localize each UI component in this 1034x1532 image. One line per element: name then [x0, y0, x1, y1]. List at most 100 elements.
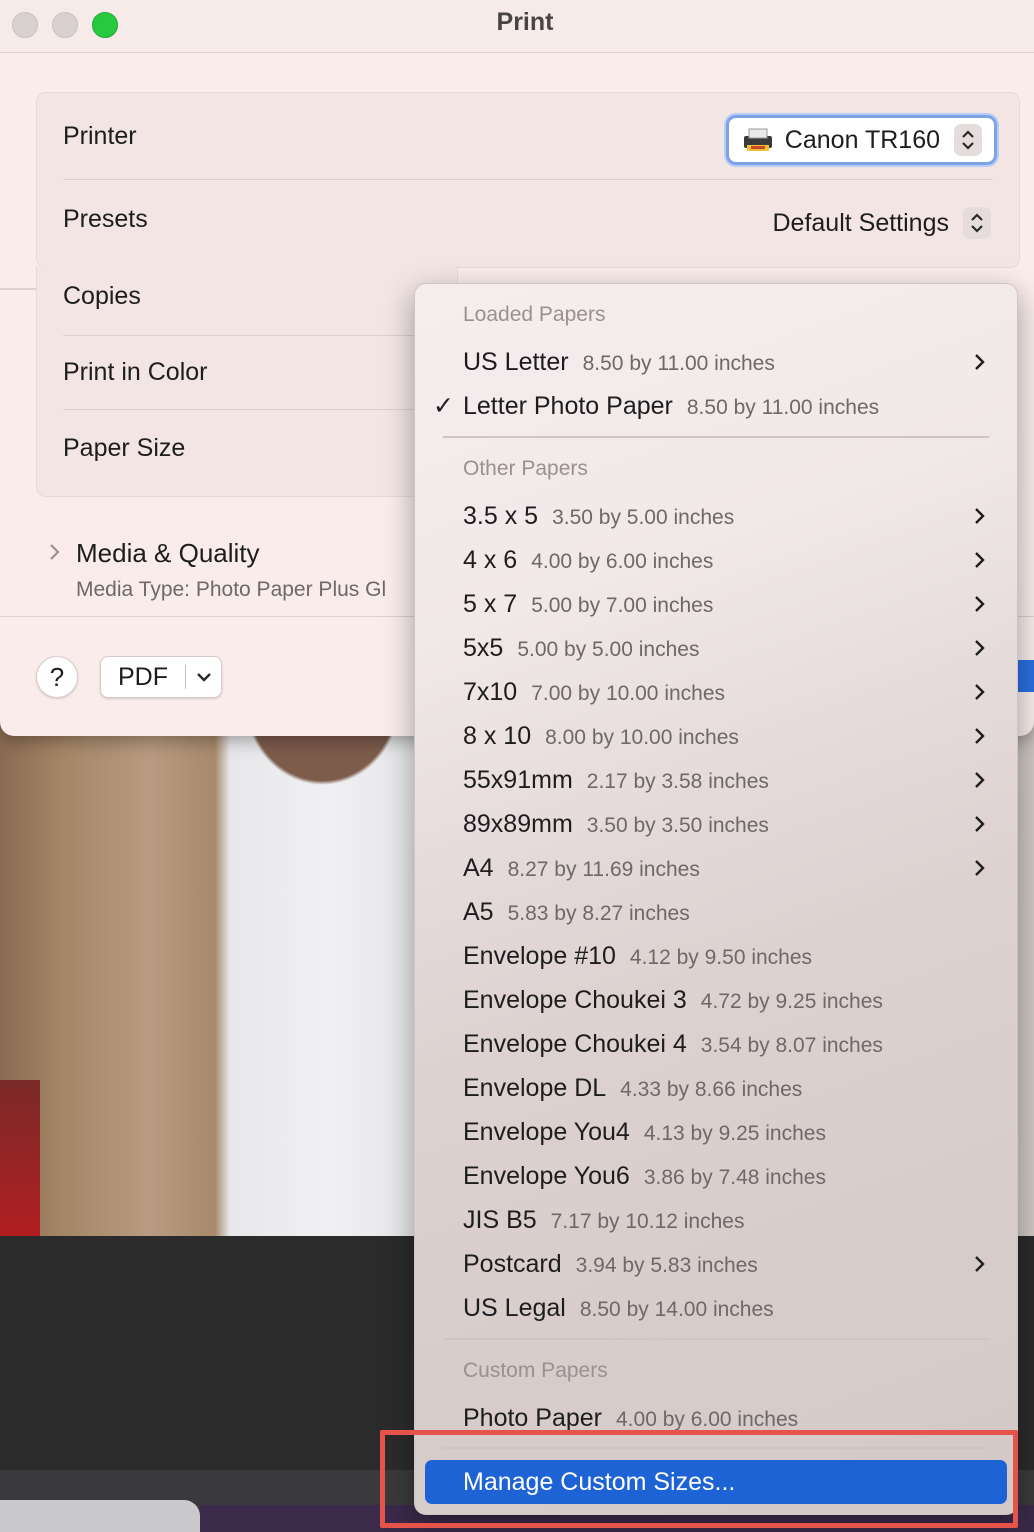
chevron-right-icon: [975, 772, 985, 788]
chevron-right-icon: [975, 816, 985, 832]
paper-size-name: Envelope You6 3.86 by 7.48 inches: [463, 1162, 826, 1191]
paper-size-label: Envelope Choukei 4: [463, 1029, 687, 1058]
background-bar: [0, 1500, 200, 1532]
paper-size-item[interactable]: 4 x 6 4.00 by 6.00 inches: [415, 538, 1017, 582]
paper-size-dimensions: 3.50 by 3.50 inches: [586, 813, 769, 837]
paper-size-item[interactable]: Envelope You4 4.13 by 9.25 inches: [415, 1110, 1017, 1154]
paper-size-item[interactable]: Postcard 3.94 by 5.83 inches: [415, 1242, 1017, 1286]
chevron-right-icon: [975, 508, 985, 524]
paper-size-item[interactable]: JIS B5 7.17 by 10.12 inches: [415, 1198, 1017, 1242]
window-title: Print: [496, 8, 554, 36]
paper-size-item[interactable]: 7x10 7.00 by 10.00 inches: [415, 670, 1017, 714]
paper-size-name: A4 8.27 by 11.69 inches: [463, 854, 700, 883]
paper-size-dimensions: 5.00 by 7.00 inches: [531, 593, 714, 617]
paper-size-dimensions: 4.00 by 6.00 inches: [531, 549, 714, 573]
section-header-other: Other Papers: [463, 457, 588, 480]
section-header-custom: Custom Papers: [463, 1359, 608, 1382]
paper-size-name: Photo Paper 4.00 by 6.00 inches: [463, 1404, 798, 1433]
paper-size-name: 8 x 10 8.00 by 10.00 inches: [463, 722, 739, 751]
paper-size-label: 5 x 7: [463, 589, 518, 618]
paper-size-item[interactable]: US Legal 8.50 by 14.00 inches: [415, 1286, 1017, 1330]
paper-size-item[interactable]: Envelope Choukei 4 3.54 by 8.07 inches: [415, 1022, 1017, 1066]
menu-separator: [443, 436, 989, 438]
print-in-color-label: Print in Color: [63, 358, 208, 386]
paper-size-name: US Letter 8.50 by 11.00 inches: [463, 348, 775, 377]
paper-size-name: 5 x 7 5.00 by 7.00 inches: [463, 590, 713, 619]
paper-size-label: 89x89mm: [463, 809, 573, 838]
paper-size-label: Postcard: [463, 1249, 562, 1278]
paper-size-label: Photo Paper: [463, 1403, 602, 1432]
paper-size-name: 4 x 6 4.00 by 6.00 inches: [463, 546, 713, 575]
printer-label: Printer: [63, 122, 137, 150]
chevron-right-icon: [975, 684, 985, 700]
paper-size-item[interactable]: Envelope Choukei 3 4.72 by 9.25 inches: [415, 978, 1017, 1022]
help-button[interactable]: ?: [36, 656, 78, 698]
divider: [63, 179, 993, 180]
presets-label: Presets: [63, 205, 148, 233]
paper-size-dimensions: 8.27 by 11.69 inches: [507, 857, 700, 881]
chevron-down-icon: [186, 671, 221, 683]
paper-size-item[interactable]: ✓ Letter Photo Paper 8.50 by 11.00 inches: [415, 384, 1017, 428]
paper-size-name: 5x5 5.00 by 5.00 inches: [463, 634, 699, 663]
paper-size-item[interactable]: 89x89mm 3.50 by 3.50 inches: [415, 802, 1017, 846]
paper-size-label: 55x91mm: [463, 765, 573, 794]
paper-size-name: 7x10 7.00 by 10.00 inches: [463, 678, 725, 707]
paper-size-dimensions: 3.94 by 5.83 inches: [575, 1253, 758, 1277]
paper-size-label: A4: [463, 853, 494, 882]
paper-size-label: 3.5 x 5: [463, 501, 539, 530]
paper-size-dimensions: 4.13 by 9.25 inches: [643, 1121, 826, 1145]
paper-size-item[interactable]: Envelope DL 4.33 by 8.66 inches: [415, 1066, 1017, 1110]
paper-size-dimensions: 2.17 by 3.58 inches: [586, 769, 769, 793]
presets-value: Default Settings: [772, 208, 950, 237]
printer-icon: [743, 128, 772, 151]
paper-size-item[interactable]: 55x91mm 2.17 by 3.58 inches: [415, 758, 1017, 802]
paper-size-item[interactable]: Envelope You6 3.86 by 7.48 inches: [415, 1154, 1017, 1198]
paper-size-item[interactable]: A4 8.27 by 11.69 inches: [415, 846, 1017, 890]
paper-size-item[interactable]: 3.5 x 5 3.50 by 5.00 inches: [415, 494, 1017, 538]
paper-size-dimensions: 3.86 by 7.48 inches: [643, 1165, 826, 1189]
divider: [63, 335, 457, 336]
media-quality-subtitle: Media Type: Photo Paper Plus Gl: [76, 578, 387, 601]
paper-size-label: Envelope Choukei 3: [463, 985, 687, 1014]
media-quality-title[interactable]: Media & Quality: [76, 538, 260, 569]
paper-size-name: JIS B5 7.17 by 10.12 inches: [463, 1206, 744, 1235]
paper-size-item[interactable]: 5 x 7 5.00 by 7.00 inches: [415, 582, 1017, 626]
paper-size-dimensions: 8.50 by 11.00 inches: [686, 395, 880, 419]
paper-size-dimensions: 8.50 by 14.00 inches: [579, 1297, 774, 1321]
background-photo-detail: [0, 1080, 40, 1236]
paper-size-label: Envelope You6: [463, 1161, 630, 1190]
disclosure-chevron-icon[interactable]: [48, 542, 62, 562]
paper-size-dimensions: 4.00 by 6.00 inches: [616, 1407, 799, 1431]
paper-size-item[interactable]: 8 x 10 8.00 by 10.00 inches: [415, 714, 1017, 758]
paper-size-label: Letter Photo Paper: [463, 391, 673, 420]
paper-size-menu: Loaded Papers Other Papers Custom Papers…: [414, 283, 1018, 1515]
chevron-right-icon: [975, 552, 985, 568]
divider: [63, 409, 457, 410]
paper-size-name: 89x89mm 3.50 by 3.50 inches: [463, 810, 769, 839]
paper-size-name: A5 5.83 by 8.27 inches: [463, 898, 690, 927]
paper-size-item[interactable]: Envelope #10 4.12 by 9.50 inches: [415, 934, 1017, 978]
highlight-annotation-box: [380, 1430, 1018, 1528]
paper-size-name: 3.5 x 5 3.50 by 5.00 inches: [463, 502, 734, 531]
paper-size-item[interactable]: A5 5.83 by 8.27 inches: [415, 890, 1017, 934]
paper-size-label: 8 x 10: [463, 721, 532, 750]
paper-size-dimensions: 7.17 by 10.12 inches: [550, 1209, 745, 1233]
paper-size-name: US Legal 8.50 by 14.00 inches: [463, 1294, 774, 1323]
print-settings-group: Copies Print in Color Paper Size: [36, 266, 458, 497]
paper-size-dimensions: 7.00 by 10.00 inches: [531, 681, 726, 705]
paper-size-name: Envelope Choukei 4 3.54 by 8.07 inches: [463, 1030, 883, 1059]
chevron-right-icon: [975, 354, 985, 370]
printer-presets-group: Printer Canon TR160 Presets Default Sett…: [36, 92, 1020, 268]
paper-size-label: A5: [463, 897, 494, 926]
presets-popup-button[interactable]: Default Settings: [772, 203, 991, 243]
paper-size-dimensions: 5.00 by 5.00 inches: [517, 637, 700, 661]
paper-size-name: Envelope You4 4.13 by 9.25 inches: [463, 1118, 826, 1147]
printer-popup-button[interactable]: Canon TR160: [725, 115, 997, 165]
paper-size-item[interactable]: 5x5 5.00 by 5.00 inches: [415, 626, 1017, 670]
paper-size-item[interactable]: US Letter 8.50 by 11.00 inches: [415, 340, 1017, 384]
menu-separator: [443, 1338, 989, 1340]
paper-size-dimensions: 3.54 by 8.07 inches: [700, 1033, 883, 1057]
paper-size-label: Envelope You4: [463, 1117, 630, 1146]
pdf-menu-button[interactable]: PDF: [100, 656, 222, 698]
copies-label: Copies: [63, 282, 141, 310]
